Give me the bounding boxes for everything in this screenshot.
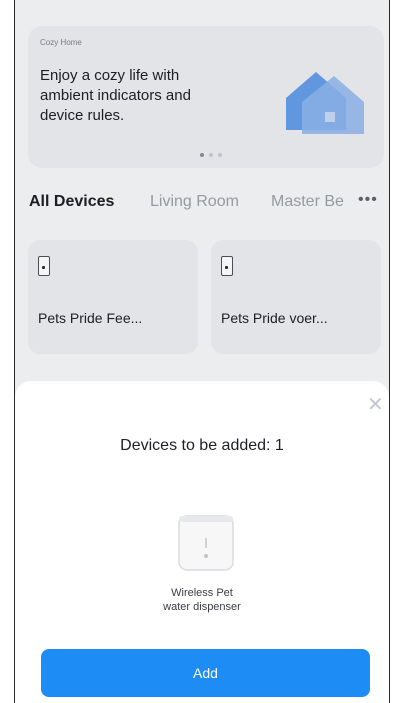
product-name: Wireless Pet water dispenser [127, 586, 277, 614]
add-devices-sheet: ✕ Devices to be added: 1 Wireless Pet wa… [15, 381, 389, 703]
add-button[interactable]: Add [41, 649, 370, 697]
close-icon[interactable]: ✕ [367, 395, 384, 415]
product-name-line: Wireless Pet [171, 587, 233, 599]
sheet-title: Devices to be added: 1 [120, 437, 284, 454]
water-dispenser-image [178, 515, 234, 571]
product-name-line: water dispenser [163, 601, 241, 613]
phone-frame: Cozy Home Enjoy a cozy life with ambient… [14, 0, 390, 703]
